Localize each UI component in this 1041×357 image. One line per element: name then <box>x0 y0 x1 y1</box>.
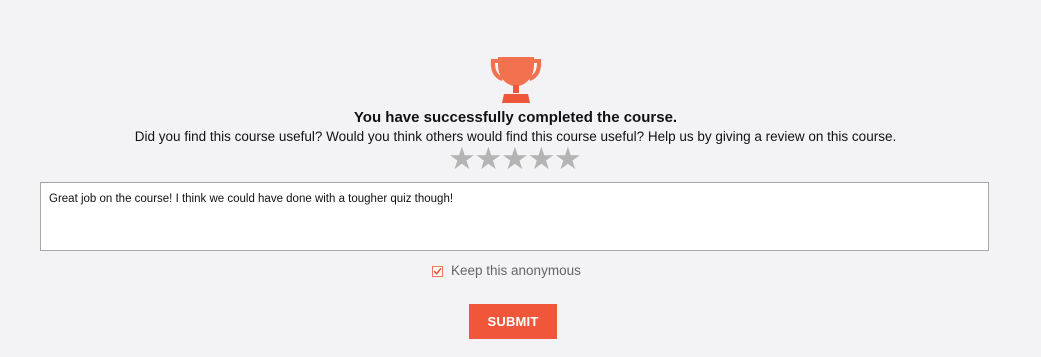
anonymous-label: Keep this anonymous <box>451 263 581 278</box>
star-5-icon[interactable]: ★ <box>554 143 582 174</box>
trophy-icon <box>484 55 548 105</box>
completion-title: You have successfully completed the cour… <box>353 109 678 126</box>
star-3-icon[interactable]: ★ <box>501 143 529 174</box>
check-icon <box>433 267 442 274</box>
star-4-icon[interactable]: ★ <box>528 143 556 174</box>
star-1-icon[interactable]: ★ <box>448 143 476 174</box>
review-textarea[interactable]: Great job on the course! I think we coul… <box>40 182 989 251</box>
anonymous-checkbox-row[interactable]: Keep this anonymous <box>432 262 581 280</box>
star-rating[interactable]: ★ ★ ★ ★ ★ <box>448 143 582 174</box>
course-review-panel: You have successfully completed the cour… <box>0 0 1041 357</box>
submit-button[interactable]: SUBMIT <box>469 304 557 339</box>
star-2-icon[interactable]: ★ <box>475 143 503 174</box>
anonymous-checkbox[interactable] <box>432 265 443 277</box>
